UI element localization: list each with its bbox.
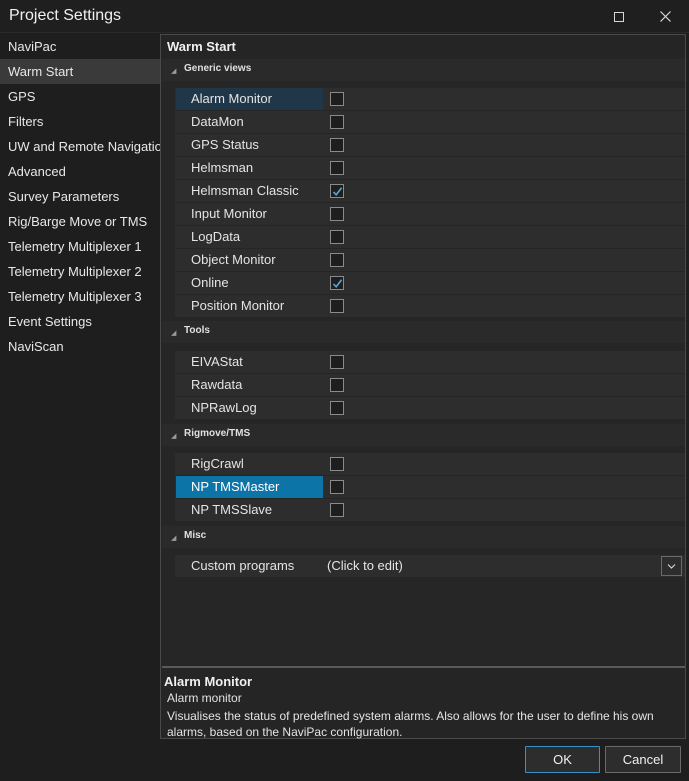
property-row: LogData: [162, 226, 685, 249]
category-label: Generic views: [184, 63, 252, 74]
property-row: GPS Status: [162, 134, 685, 157]
checkbox[interactable]: [330, 503, 344, 517]
property-row: Helmsman Classic: [162, 180, 685, 203]
checkbox[interactable]: [330, 161, 344, 175]
checkbox[interactable]: [330, 92, 344, 106]
maximize-icon: [614, 11, 624, 22]
sidebar-item-survey-parameters[interactable]: Survey Parameters: [0, 184, 160, 209]
checkbox[interactable]: [330, 401, 344, 415]
sidebar-item-advanced[interactable]: Advanced: [0, 159, 160, 184]
property-row: RigCrawl: [162, 453, 685, 476]
property-name[interactable]: GPS Status: [176, 134, 323, 156]
property-row: DataMon: [162, 111, 685, 134]
settings-sidebar: NaviPac Warm Start GPS Filters UW and Re…: [0, 34, 169, 739]
settings-panel: Warm Start ◢ Generic views Alarm Monitor…: [160, 34, 686, 739]
property-row: Custom programs (Click to edit): [162, 555, 685, 578]
category-tools[interactable]: ◢ Tools: [162, 321, 685, 343]
checkbox[interactable]: [330, 276, 344, 290]
property-row: Rawdata: [162, 374, 685, 397]
property-name[interactable]: RigCrawl: [176, 453, 323, 475]
property-name[interactable]: EIVAStat: [176, 351, 323, 373]
panel-title: Warm Start: [167, 39, 236, 54]
description-title: Alarm Monitor: [164, 674, 253, 689]
sidebar-item-uw-remote-navigation[interactable]: UW and Remote Navigation: [0, 134, 169, 159]
checkmark-icon: [332, 279, 343, 289]
property-row: Object Monitor: [162, 249, 685, 272]
property-row: NP TMSSlave: [162, 499, 685, 522]
sidebar-item-telemetry-multiplexer-2[interactable]: Telemetry Multiplexer 2: [0, 259, 160, 284]
property-value: (Click to edit): [327, 558, 403, 573]
sidebar-item-event-settings[interactable]: Event Settings: [0, 309, 160, 334]
property-row: Position Monitor: [162, 295, 685, 318]
property-name[interactable]: Position Monitor: [176, 295, 323, 317]
property-name[interactable]: Input Monitor: [176, 203, 323, 225]
cancel-button[interactable]: Cancel: [605, 746, 681, 773]
category-label: Rigmove/TMS: [184, 428, 251, 439]
category-misc[interactable]: ◢ Misc: [162, 526, 685, 548]
checkbox[interactable]: [330, 299, 344, 313]
description-text: Visualises the status of predefined syst…: [167, 709, 654, 739]
maximize-button[interactable]: [596, 0, 642, 33]
checkbox[interactable]: [330, 184, 344, 198]
property-row: Input Monitor: [162, 203, 685, 226]
property-name[interactable]: Online: [176, 272, 323, 294]
property-name[interactable]: Alarm Monitor: [176, 88, 323, 110]
checkbox[interactable]: [330, 230, 344, 244]
property-row: EIVAStat: [162, 351, 685, 374]
collapse-arrow-icon: ◢: [171, 330, 177, 337]
property-name[interactable]: LogData: [176, 226, 323, 248]
property-row: NP TMSMaster: [162, 476, 685, 499]
checkmark-icon: [332, 187, 343, 197]
sidebar-item-telemetry-multiplexer-3[interactable]: Telemetry Multiplexer 3: [0, 284, 160, 309]
sidebar-item-naviscan[interactable]: NaviScan: [0, 334, 160, 359]
property-name[interactable]: DataMon: [176, 111, 323, 133]
property-name[interactable]: Helmsman: [176, 157, 323, 179]
property-name[interactable]: Helmsman Classic: [176, 180, 323, 202]
checkbox[interactable]: [330, 378, 344, 392]
property-row: Alarm Monitor: [162, 88, 685, 111]
custom-programs-field[interactable]: (Click to edit): [324, 555, 685, 577]
property-name[interactable]: Object Monitor: [176, 249, 323, 271]
checkbox[interactable]: [330, 253, 344, 267]
category-label: Misc: [184, 530, 207, 541]
category-generic-views[interactable]: ◢ Generic views: [162, 59, 685, 81]
checkbox[interactable]: [330, 355, 344, 369]
checkbox[interactable]: [330, 138, 344, 152]
checkbox[interactable]: [330, 457, 344, 471]
category-label: Tools: [184, 325, 210, 336]
collapse-arrow-icon: ◢: [171, 433, 177, 440]
description-subtitle: Alarm monitor: [167, 691, 242, 705]
window-title: Project Settings: [9, 7, 122, 24]
property-name[interactable]: NP TMSMaster: [176, 476, 323, 498]
property-name[interactable]: NP TMSSlave: [176, 499, 323, 521]
sidebar-item-navipac[interactable]: NaviPac: [0, 34, 160, 59]
property-row: NPRawLog: [162, 397, 685, 420]
sidebar-item-warm-start[interactable]: Warm Start: [0, 59, 160, 84]
sidebar-item-filters[interactable]: Filters: [0, 109, 160, 134]
property-name[interactable]: NPRawLog: [176, 397, 323, 419]
close-icon: [659, 11, 671, 22]
checkbox[interactable]: [330, 115, 344, 129]
close-button[interactable]: [642, 0, 688, 33]
property-name[interactable]: Rawdata: [176, 374, 323, 396]
sidebar-item-rig-barge-move[interactable]: Rig/Barge Move or TMS: [0, 209, 160, 234]
ok-button[interactable]: OK: [525, 746, 600, 773]
property-grid: ◢ Generic views Alarm Monitor DataMon GP…: [162, 59, 685, 664]
dropdown-button[interactable]: [661, 556, 682, 576]
property-name[interactable]: Custom programs: [176, 555, 323, 577]
chevron-down-icon: [667, 564, 676, 569]
collapse-arrow-icon: ◢: [171, 535, 177, 542]
property-row: Online: [162, 272, 685, 295]
sidebar-item-telemetry-multiplexer-1[interactable]: Telemetry Multiplexer 1: [0, 234, 160, 259]
collapse-arrow-icon: ◢: [171, 68, 177, 75]
property-row: Helmsman: [162, 157, 685, 180]
sidebar-item-gps[interactable]: GPS: [0, 84, 160, 109]
title-bar: Project Settings: [0, 0, 689, 33]
checkbox[interactable]: [330, 207, 344, 221]
checkbox[interactable]: [330, 480, 344, 494]
description-pane: Alarm Monitor Alarm monitor Visualises t…: [162, 666, 685, 739]
category-rigmove-tms[interactable]: ◢ Rigmove/TMS: [162, 424, 685, 446]
